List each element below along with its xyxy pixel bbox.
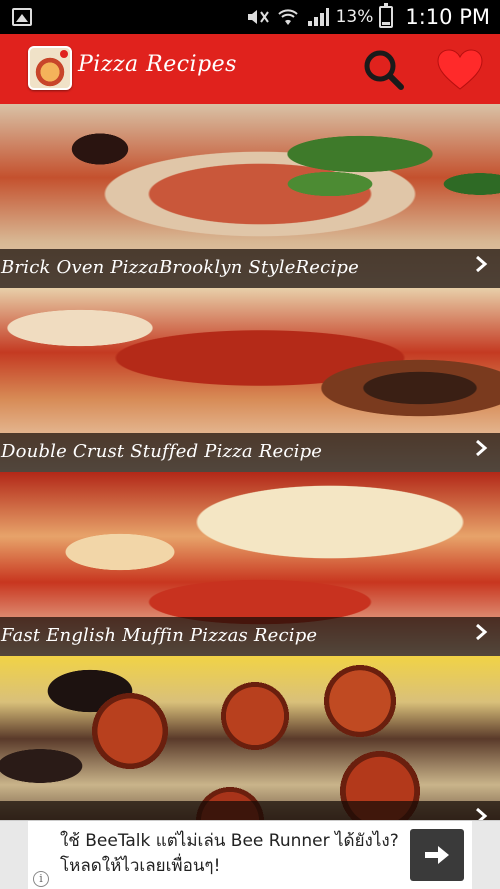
mute-icon <box>246 5 270 29</box>
recipe-item[interactable]: Double Crust Stuffed Pizza Recipe <box>0 288 500 472</box>
chevron-right-icon <box>472 623 490 641</box>
recipe-item[interactable]: Fast English Muffin Pizzas Recipe <box>0 472 500 656</box>
recipe-list[interactable]: Brick Oven PizzaBrooklyn StyleRecipe Dou… <box>0 104 500 820</box>
recipe-item[interactable] <box>0 656 500 820</box>
recipe-title: Brick Oven PizzaBrooklyn StyleRecipe <box>1 257 359 278</box>
clock: 1:10 PM <box>405 5 490 29</box>
recipe-title: Double Crust Stuffed Pizza Recipe <box>1 441 323 462</box>
recipe-caption: Double Crust Stuffed Pizza Recipe <box>0 433 500 472</box>
recipe-title: Fast English Muffin Pizzas Recipe <box>1 625 318 646</box>
chevron-right-icon <box>472 439 490 457</box>
search-icon <box>364 50 404 90</box>
status-bar: 13% 1:10 PM <box>0 0 500 34</box>
favorites-button[interactable] <box>434 46 486 94</box>
ad-side-right <box>472 821 500 889</box>
info-icon[interactable]: i <box>33 871 49 887</box>
recipe-item[interactable]: Brick Oven PizzaBrooklyn StyleRecipe <box>0 104 500 288</box>
app-bar: Pizza Recipes <box>0 34 500 104</box>
ad-side-left <box>0 821 28 889</box>
heart-icon <box>437 49 483 90</box>
app-title: Pizza Recipes <box>78 52 237 77</box>
pizza-logo-icon <box>28 46 72 90</box>
chevron-right-icon <box>472 807 490 820</box>
status-icons: 13% 1:10 PM <box>246 0 490 34</box>
wifi-icon <box>276 5 300 29</box>
ad-banner[interactable]: ใช้ BeeTalk แต่ไม่เล่น Bee Runner ได้ยัง… <box>0 820 500 889</box>
chevron-right-icon <box>472 255 490 273</box>
search-button[interactable] <box>360 46 408 94</box>
signal-icon <box>306 5 330 29</box>
recipe-caption: Brick Oven PizzaBrooklyn StyleRecipe <box>0 249 500 288</box>
recipe-image <box>0 656 500 820</box>
recipe-caption: Fast English Muffin Pizzas Recipe <box>0 617 500 656</box>
arrow-right-icon <box>425 846 449 864</box>
battery-percent: 13% <box>335 7 374 27</box>
battery-icon <box>379 3 394 28</box>
recipe-caption <box>0 801 500 820</box>
image-icon <box>12 8 32 26</box>
ad-text: ใช้ BeeTalk แต่ไม่เล่น Bee Runner ได้ยัง… <box>60 831 399 876</box>
ad-open-button[interactable] <box>410 829 464 881</box>
